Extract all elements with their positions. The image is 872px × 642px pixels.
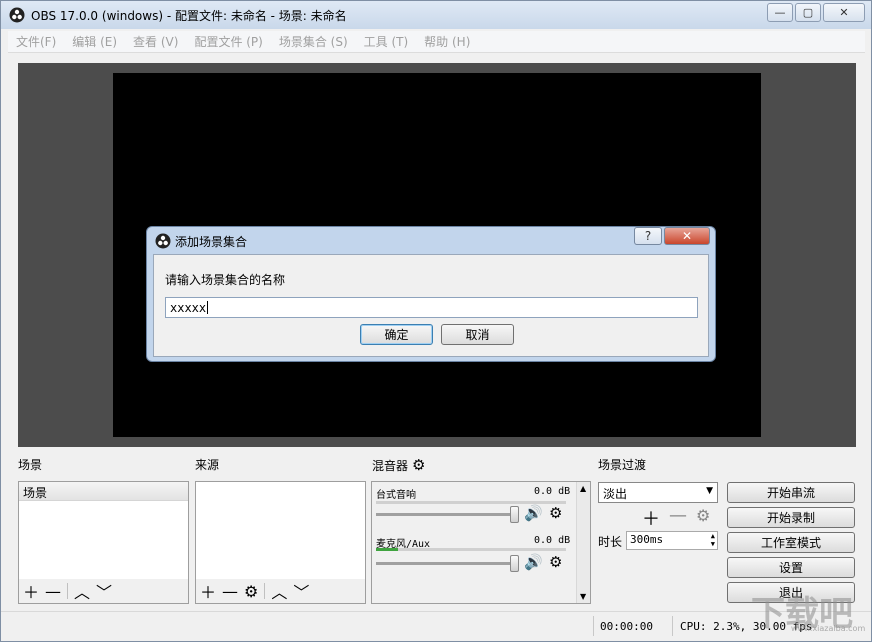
title-bar: OBS 17.0.0 (windows) - 配置文件: 未命名 - 场景: 未…: [1, 1, 871, 29]
settings-button[interactable]: 设置: [727, 557, 855, 578]
maximize-button[interactable]: ▢: [795, 3, 821, 22]
cancel-button[interactable]: 取消: [441, 324, 514, 345]
ok-button[interactable]: 确定: [360, 324, 433, 345]
duration-spinbox[interactable]: 300ms ▲ ▼: [626, 531, 718, 550]
recording-time: 00:00:00: [600, 620, 653, 633]
menu-scene-collection[interactable]: 场景集合 (S): [271, 33, 356, 50]
close-icon: ✕: [839, 6, 849, 19]
add-icon[interactable]: ＋: [642, 505, 660, 531]
gear-icon[interactable]: ⚙: [696, 506, 710, 525]
dialog-help-button[interactable]: ?: [634, 227, 662, 245]
duration-value: 300ms: [630, 533, 664, 546]
spin-arrows-icon[interactable]: ▲ ▼: [711, 532, 715, 548]
status-divider: [593, 616, 594, 636]
volume-slider-thumb[interactable]: [510, 506, 519, 523]
add-icon[interactable]: ＋: [200, 579, 216, 603]
menu-tools[interactable]: 工具 (T): [356, 33, 417, 50]
scene-list-item[interactable]: 场景: [19, 482, 188, 501]
minimize-button[interactable]: —: [767, 3, 793, 22]
minimize-icon: —: [774, 6, 786, 19]
scenes-title: 场景: [18, 458, 43, 472]
menu-help[interactable]: 帮助 (H): [416, 33, 478, 50]
obs-logo-icon: [9, 7, 25, 23]
mixer-channel-name: 台式音响: [376, 490, 416, 501]
volume-slider-thumb[interactable]: [510, 555, 519, 572]
sources-toolbar: ＋ — ⚙ ︿ ﹀: [196, 579, 365, 603]
start-recording-button[interactable]: 开始录制: [727, 507, 855, 528]
gear-icon[interactable]: ⚙: [549, 553, 562, 571]
input-value: xxxxx: [170, 300, 207, 315]
dialog-title: 添加场景集合: [175, 235, 248, 249]
mixer-channel-db: 0.0 dB: [534, 486, 571, 497]
gear-icon[interactable]: ⚙: [244, 582, 258, 601]
close-window-button[interactable]: ✕: [823, 3, 865, 22]
dialog-body: 请输入场景集合的名称 xxxxx 确定 取消: [153, 254, 709, 357]
gear-icon[interactable]: ⚙: [412, 456, 425, 474]
scroll-up-icon[interactable]: ▲: [580, 484, 586, 493]
menu-profile[interactable]: 配置文件 (P): [186, 33, 270, 50]
studio-mode-button[interactable]: 工作室模式: [727, 532, 855, 553]
status-divider: [672, 616, 673, 636]
scenes-toolbar: ＋ — ︿ ﹀: [19, 579, 188, 603]
volume-slider[interactable]: [376, 513, 516, 516]
transition-select-value: 淡出: [603, 487, 628, 501]
duration-label: 时长: [598, 535, 623, 549]
move-down-icon[interactable]: ﹀: [293, 579, 309, 603]
status-bar: 00:00:00 CPU: 2.3%, 30.00 fps: [1, 611, 871, 641]
gear-icon[interactable]: ⚙: [549, 504, 562, 522]
move-down-icon[interactable]: ﹀: [96, 579, 112, 603]
volume-slider[interactable]: [376, 562, 516, 565]
text-caret: [207, 301, 209, 314]
add-scene-collection-dialog: 添加场景集合 ? ✕ 请输入场景集合的名称 xxxxx 确定 取消: [146, 226, 716, 362]
transition-select[interactable]: 淡出 ▼: [598, 482, 718, 503]
chevron-down-icon: ▼: [706, 486, 713, 496]
sources-panel: ＋ — ⚙ ︿ ﹀: [195, 481, 366, 604]
remove-icon[interactable]: —: [222, 582, 238, 601]
scroll-down-icon[interactable]: ▼: [580, 592, 586, 601]
window-title: OBS 17.0.0 (windows) - 配置文件: 未命名 - 场景: 未…: [31, 9, 347, 23]
dialog-prompt: 请输入场景集合的名称: [165, 273, 286, 287]
menu-file[interactable]: 文件(F): [8, 33, 64, 50]
sources-title: 来源: [195, 458, 220, 472]
toolbar-divider: [264, 583, 266, 599]
speaker-icon[interactable]: 🔊: [524, 553, 543, 571]
mixer-title: 混音器 ⚙: [372, 456, 425, 474]
toolbar-divider: [67, 583, 69, 599]
scene-collection-name-input[interactable]: xxxxx: [165, 297, 698, 318]
start-streaming-button[interactable]: 开始串流: [727, 482, 855, 503]
meter-level: [376, 548, 398, 551]
move-up-icon[interactable]: ︿: [271, 579, 287, 603]
remove-icon[interactable]: —: [669, 505, 687, 526]
volume-meter: [376, 548, 566, 551]
maximize-icon: ▢: [802, 6, 814, 19]
add-icon[interactable]: ＋: [23, 579, 39, 603]
obs-window: OBS 17.0.0 (windows) - 配置文件: 未命名 - 场景: 未…: [0, 0, 872, 642]
obs-logo-icon: [155, 233, 171, 249]
move-up-icon[interactable]: ︿: [74, 579, 90, 603]
mixer-panel: 台式音响 0.0 dB 🔊 ⚙ 麦克风/Aux 0.0 dB 🔊 ⚙ ▲ ▼: [371, 481, 591, 604]
speaker-icon[interactable]: 🔊: [524, 504, 543, 522]
mixer-channel-db: 0.0 dB: [534, 535, 571, 546]
mixer-title-label: 混音器: [372, 458, 409, 473]
remove-icon[interactable]: —: [45, 582, 61, 601]
dialog-close-button[interactable]: ✕: [664, 227, 710, 245]
menu-view[interactable]: 查看 (V): [125, 33, 186, 50]
menu-bar: 文件(F) 编辑 (E) 查看 (V) 配置文件 (P) 场景集合 (S) 工具…: [8, 31, 865, 53]
help-icon: ?: [644, 229, 652, 243]
transitions-title: 场景过渡: [598, 458, 647, 472]
watermark-url: www.xiazaiba.com: [791, 624, 866, 633]
scenes-panel: 场景 ＋ — ︿ ﹀: [18, 481, 189, 604]
close-icon: ✕: [681, 229, 693, 243]
menu-edit[interactable]: 编辑 (E): [64, 33, 125, 50]
mixer-scrollbar[interactable]: ▲ ▼: [576, 482, 590, 603]
